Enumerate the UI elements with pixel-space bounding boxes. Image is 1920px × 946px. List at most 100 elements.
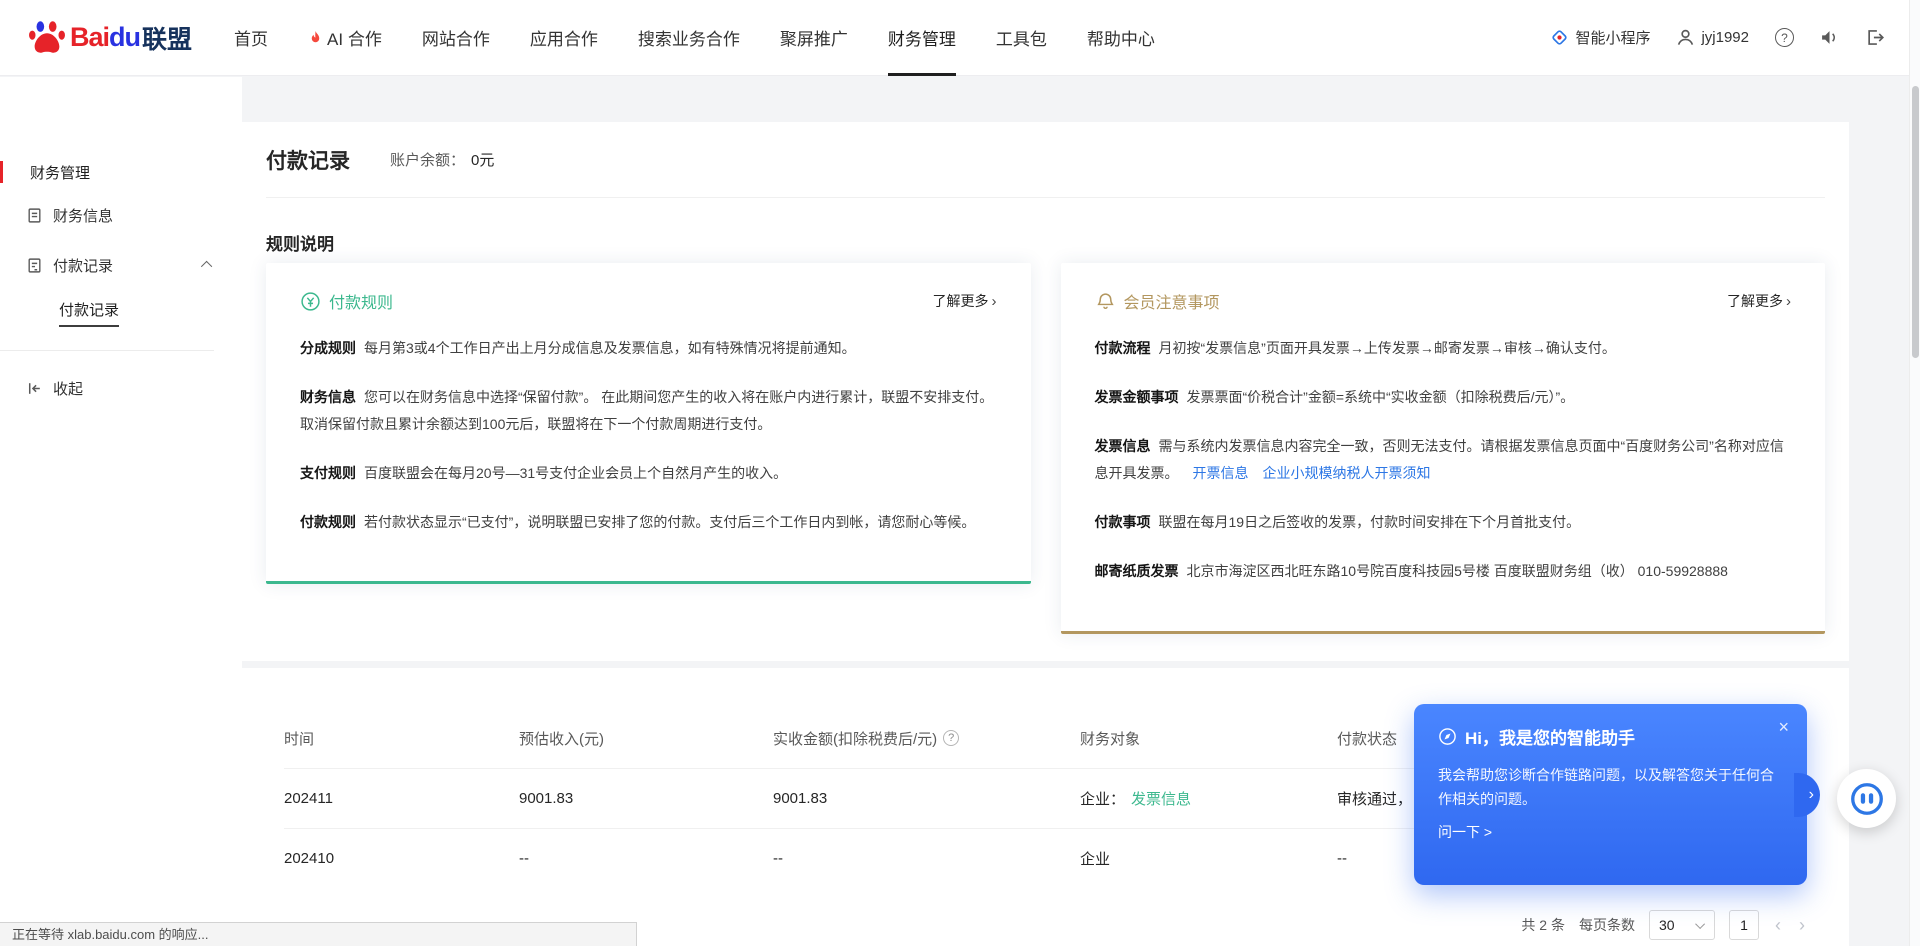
vertical-scrollbar[interactable] [1909,0,1920,946]
cell-estimated: -- [519,850,773,867]
nav-item-label: 帮助中心 [1087,25,1155,50]
sidebar-subitem-payment-records[interactable]: 付款记录 [0,290,242,336]
chevron-right-icon: › [1786,293,1791,310]
cell-entity: 企业： 发票信息 [1080,788,1337,809]
nav-item-label: AI 合作 [327,25,382,50]
sidebar-item-label: 付款记录 [53,255,113,276]
balance-label: 账户余额： [390,152,465,169]
baidu-union-logo[interactable]: Baidu联盟 [28,19,192,57]
rule-item: 财务信息您可以在财务信息中选择“保留付款”。 在此期间您产生的收入将在账户内进行… [300,384,997,438]
question-circle-icon[interactable]: ? [943,730,959,746]
rule-item: 发票信息需与系统内发票信息内容完全一致，否则无法支付。请根据发票信息页面中“百度… [1095,433,1792,487]
member-notice-title: 会员注意事项 [1124,289,1220,313]
collapse-icon [26,380,43,397]
rule-item: 支付规则百度联盟会在每月20号—31号支付企业会员上个自然月产生的收入。 [300,460,997,487]
nav-item-home[interactable]: 首页 [234,0,268,76]
payment-records-panel: 付款记录 账户余额：0元 规则说明 付款规则 了解更多› 分成规则每月第3或 [242,122,1849,661]
logo-text-bai: Bai [70,22,109,53]
col-time: 时间 [284,728,519,749]
col-actual-amount: 实收金额(扣除税费后/元) ? [773,728,1080,749]
invoice-info-link[interactable]: 开票信息 [1193,465,1249,481]
sidebar-group-finance-management[interactable]: 财务管理 [0,154,242,190]
col-finance-target: 财务对象 [1080,728,1337,749]
rule-item: 付款规则若付款状态显示“已支付”，说明联盟已安排了您的付款。支付后三个工作日内到… [300,509,997,536]
more-label: 了解更多 [1727,291,1783,311]
sidebar-group-label: 财务管理 [30,162,90,183]
scrollbar-thumb[interactable] [1912,86,1919,358]
nav-item-finance-management[interactable]: 财务管理 [888,0,956,76]
entity-label: 企业： [1080,791,1125,808]
topbar-right: 智能小程序 jyj1992 ? [1550,27,1884,48]
mini-program-icon [1550,28,1569,47]
sidebar-subitem-label: 付款记录 [59,299,119,327]
browser-status-message: 正在等待 xlab.baidu.com 的响应... [0,922,637,946]
member-notice-card: 会员注意事项 了解更多› 付款流程月初按“发票信息”页面开具发票→上传发票→邮寄… [1061,263,1826,634]
next-page-button[interactable]: › [1797,915,1807,936]
chevron-right-icon: › [992,293,997,310]
col-estimated-income: 预估收入(元) [519,728,773,749]
sidebar-collapse-button[interactable]: 收起 [0,363,242,413]
nav-item-toolkit[interactable]: 工具包 [996,0,1047,76]
nav-item-label: 财务管理 [888,25,956,50]
logout-icon[interactable] [1865,28,1884,47]
assistant-title: Hi，我是您的智能助手 [1465,724,1635,749]
more-label: 了解更多 [933,291,989,311]
sidebar-divider [0,350,214,351]
document-icon [26,207,43,224]
username-label: jyj1992 [1701,29,1749,46]
nav-item-label: 工具包 [996,25,1047,50]
user-icon [1676,28,1695,47]
close-icon[interactable]: × [1778,718,1789,736]
per-page-select[interactable]: 30 [1649,910,1715,940]
cell-actual: -- [773,850,1080,867]
rule-item: 分成规则每月第3或4个工作日产出上月分成信息及发票信息，如有特殊情况将提前通知。 [300,335,997,362]
nav-item-label: 搜索业务合作 [638,25,740,50]
account-balance: 账户余额： 0元 [390,149,494,170]
rules-section: 规则说明 付款规则 了解更多› 分成规则每月第3或4个工作日产出上月分成信息及发… [266,198,1825,634]
nav-item-app-cooperation[interactable]: 应用合作 [530,0,598,76]
payment-rules-card: 付款规则 了解更多› 分成规则每月第3或4个工作日产出上月分成信息及发票信息，如… [266,263,1031,584]
user-account[interactable]: jyj1992 [1676,28,1749,47]
cell-time: 202410 [284,850,519,867]
bell-icon [1095,291,1116,312]
ask-assistant-link[interactable]: 问一下 > [1438,822,1783,842]
sidebar-item-label: 财务信息 [53,205,113,226]
nav-item-ai-cooperation[interactable]: AI 合作 [308,0,382,76]
mini-program-label: 智能小程序 [1575,27,1650,48]
nav-item-label: 应用合作 [530,25,598,50]
assistant-message: 我会帮助您诊断合作链路问题，以及解答您关于任何合作相关的问题。 [1438,763,1783,811]
mini-program-entry[interactable]: 智能小程序 [1550,27,1650,48]
nav-item-search-cooperation[interactable]: 搜索业务合作 [638,0,740,76]
cell-actual: 9001.83 [773,790,1080,807]
chevron-up-icon [201,261,212,272]
compass-icon [1438,727,1457,746]
payment-rules-more-link[interactable]: 了解更多› [933,291,997,311]
assistant-robot-button[interactable] [1837,769,1896,828]
total-count: 共 2 条 [1521,915,1565,935]
sidebar-item-payment-records[interactable]: 付款记录 [0,240,242,290]
cell-entity: 企业 [1080,848,1337,869]
rules-heading: 规则说明 [266,230,1825,255]
receipt-icon [26,257,43,274]
balance-value: 0元 [471,152,494,169]
member-notice-more-link[interactable]: 了解更多› [1727,291,1791,311]
nav-item-screen-promotion[interactable]: 聚屏推广 [780,0,848,76]
small-taxpayer-notice-link[interactable]: 企业小规模纳税人开票须知 [1263,465,1431,481]
payment-rules-title: 付款规则 [329,289,393,313]
entity-label: 企业 [1080,851,1110,868]
prev-page-button[interactable]: ‹ [1773,915,1783,936]
nav-item-help-center[interactable]: 帮助中心 [1087,0,1155,76]
assistant-popup: › Hi，我是您的智能助手 × 我会帮助您诊断合作链路问题，以及解答您关于任何合… [1414,704,1807,885]
invoice-info-table-link[interactable]: 发票信息 [1131,791,1191,808]
per-page-value: 30 [1659,917,1675,933]
sidebar-item-financial-info[interactable]: 财务信息 [0,190,242,240]
nav-item-label: 首页 [234,25,268,50]
help-icon[interactable]: ? [1775,28,1794,47]
sound-icon[interactable] [1820,28,1839,47]
nav-item-website-cooperation[interactable]: 网站合作 [422,0,490,76]
sidebar-collapse-label: 收起 [53,378,83,399]
per-page-label: 每页条数 [1579,915,1635,935]
page-number-button[interactable]: 1 [1729,910,1759,940]
rule-item: 发票金额事项发票票面“价税合计”金额=系统中“实收金额（扣除税费后/元）”。 [1095,384,1792,411]
logo-text-du: du [109,22,140,53]
